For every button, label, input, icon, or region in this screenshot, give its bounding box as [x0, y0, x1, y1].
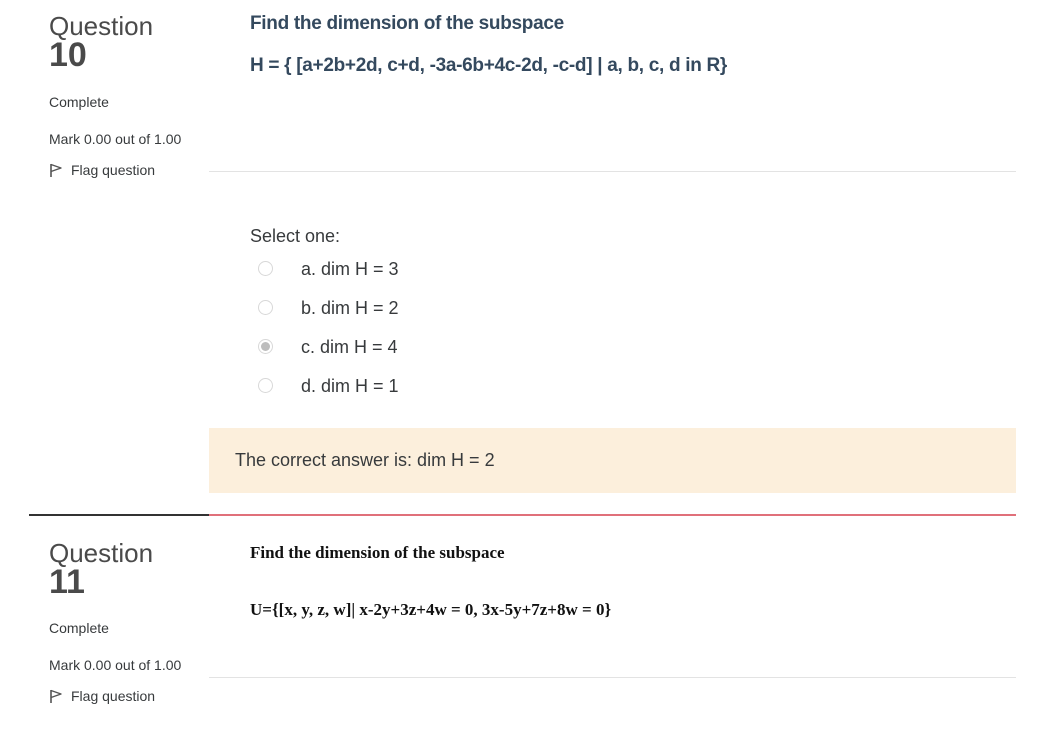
radio-button[interactable] [258, 300, 273, 315]
radio-button[interactable] [258, 261, 273, 276]
flag-icon [50, 689, 62, 703]
question-text-11: Find the dimension of the subspace U={[x… [209, 543, 1016, 620]
question-subspace: U={[x, y, z, w]| x-2y+3z+4w = 0, 3x-5y+7… [250, 600, 612, 619]
quiz-page: Question 10 Complete Mark 0.00 out of 1.… [0, 0, 1043, 730]
question-title: Find the dimension of the subspace [250, 543, 505, 562]
question-number: 10 [49, 36, 87, 74]
question-grade: Mark 0.00 out of 1.00 [49, 131, 182, 147]
question-state: Complete [49, 620, 109, 636]
answer-block-10: Select one: [250, 226, 340, 247]
question-info-11: Question 11 Complete Mark 0.00 out of 1.… [49, 539, 199, 704]
question-divider [29, 514, 209, 516]
question-subspace: H = { [a+2b+2d, c+d, -3a-6b+4c-2d, -c-d]… [250, 55, 728, 76]
flag-question-label: Flag question [71, 162, 156, 178]
question-text-10: Find the dimension of the subspace H = {… [209, 13, 1016, 77]
question-number: 11 [49, 563, 85, 601]
separator [209, 171, 1016, 172]
question-divider-accent [209, 514, 1016, 516]
question-title: Find the dimension of the subspace [250, 13, 564, 34]
feedback-text: The correct answer is: dim H = 2 [235, 450, 495, 470]
radio-button[interactable] [258, 378, 273, 393]
question-state: Complete [49, 94, 109, 110]
flag-question-label: Flag question [71, 688, 156, 704]
question-grade: Mark 0.00 out of 1.00 [49, 657, 182, 673]
separator [209, 677, 1016, 678]
flag-question-button[interactable]: Flag question [49, 162, 199, 178]
flag-icon [50, 163, 62, 177]
correct-answer-feedback: The correct answer is: dim H = 2 [209, 428, 1016, 493]
option-label: d. dim H = 1 [301, 376, 399, 396]
question-info-10: Question 10 Complete Mark 0.00 out of 1.… [49, 12, 199, 178]
flag-question-button[interactable]: Flag question [49, 688, 199, 704]
select-one-prompt: Select one: [250, 226, 341, 246]
radio-button-checked[interactable] [258, 339, 273, 354]
option-label: a. dim H = 3 [301, 259, 399, 279]
option-label: c. dim H = 4 [301, 337, 398, 357]
option-label: b. dim H = 2 [301, 298, 399, 318]
